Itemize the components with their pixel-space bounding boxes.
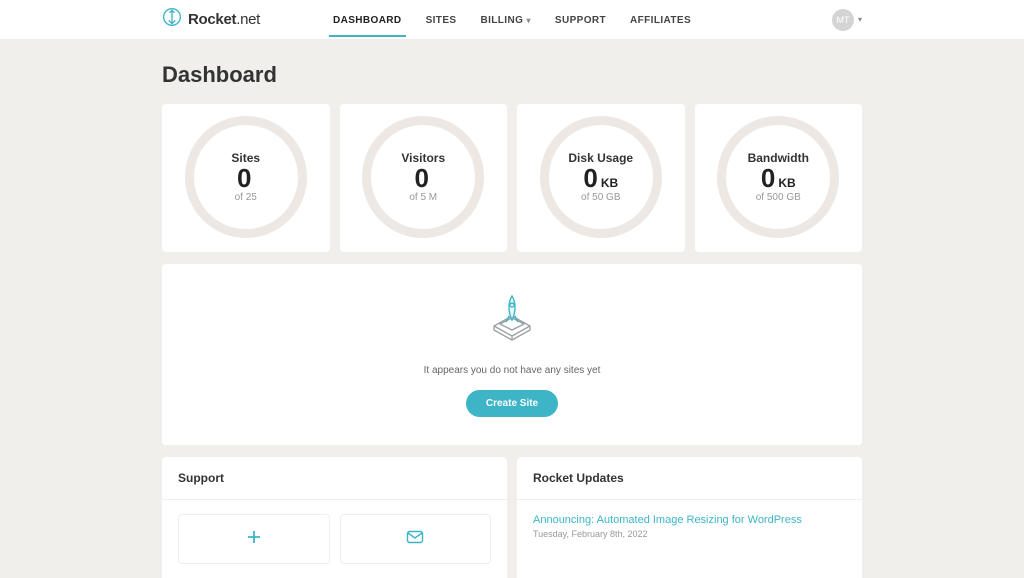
progress-ring: Sites 0 of 25: [185, 116, 307, 238]
nav-sites[interactable]: SITES: [426, 3, 457, 37]
stat-value: 0: [415, 165, 429, 191]
stat-value: 0: [237, 165, 251, 191]
plus-icon: [246, 529, 262, 550]
mail-icon: [406, 529, 424, 550]
progress-ring: Disk Usage 0 KB of 50 GB: [540, 116, 662, 238]
stat-card-sites: Sites 0 of 25: [162, 104, 330, 252]
stat-label: Bandwidth: [748, 151, 809, 165]
nav-support[interactable]: SUPPORT: [555, 3, 606, 37]
stats-row: Sites 0 of 25 Visitors 0 of 5 M Disk Usa…: [162, 104, 862, 252]
nav-billing[interactable]: BILLING ▾: [480, 3, 530, 37]
primary-nav: DASHBOARD SITES BILLING ▾ SUPPORT AFFILI…: [333, 3, 691, 37]
support-panel: Support: [162, 457, 507, 578]
stat-card-visitors: Visitors 0 of 5 M: [340, 104, 508, 252]
empty-state-card: It appears you do not have any sites yet…: [162, 264, 862, 445]
brand-logo[interactable]: Rocket.net: [162, 7, 260, 32]
stat-sub: of 25: [235, 192, 257, 203]
panel-title: Rocket Updates: [517, 457, 862, 500]
create-site-button[interactable]: Create Site: [466, 390, 558, 417]
avatar: MT: [832, 9, 854, 31]
update-headline: Announcing: Automated Image Resizing for…: [533, 514, 846, 526]
progress-ring: Visitors 0 of 5 M: [362, 116, 484, 238]
new-ticket-button[interactable]: [178, 514, 330, 564]
chevron-down-icon: ▾: [526, 16, 530, 25]
nav-dashboard[interactable]: DASHBOARD: [333, 3, 402, 37]
stat-sub: of 5 M: [409, 192, 437, 203]
panel-title: Support: [162, 457, 507, 500]
updates-panel: Rocket Updates Announcing: Automated Ima…: [517, 457, 862, 578]
stat-label: Disk Usage: [568, 151, 633, 165]
chevron-down-icon: ▾: [858, 15, 862, 24]
progress-ring: Bandwidth 0 KB of 500 GB: [717, 116, 839, 238]
stat-value: 0: [761, 165, 775, 191]
empty-state-message: It appears you do not have any sites yet: [424, 365, 601, 376]
stat-sub: of 50 GB: [581, 192, 620, 203]
update-date: Tuesday, February 8th, 2022: [533, 529, 846, 539]
stat-sub: of 500 GB: [756, 192, 801, 203]
stat-card-bandwidth: Bandwidth 0 KB of 500 GB: [695, 104, 863, 252]
nav-affiliates[interactable]: AFFILIATES: [630, 3, 691, 37]
top-header: Rocket.net DASHBOARD SITES BILLING ▾ SUP…: [0, 0, 1024, 40]
page-title: Dashboard: [162, 62, 862, 88]
stat-value: 0: [583, 165, 597, 191]
contact-email-button[interactable]: [340, 514, 492, 564]
rocket-icon: [162, 7, 182, 32]
brand-name: Rocket.net: [188, 11, 260, 28]
update-item[interactable]: Announcing: Automated Image Resizing for…: [533, 514, 846, 539]
stat-card-disk: Disk Usage 0 KB of 50 GB: [517, 104, 685, 252]
laptop-rocket-icon: [480, 290, 544, 351]
user-menu[interactable]: MT ▾: [832, 9, 862, 31]
